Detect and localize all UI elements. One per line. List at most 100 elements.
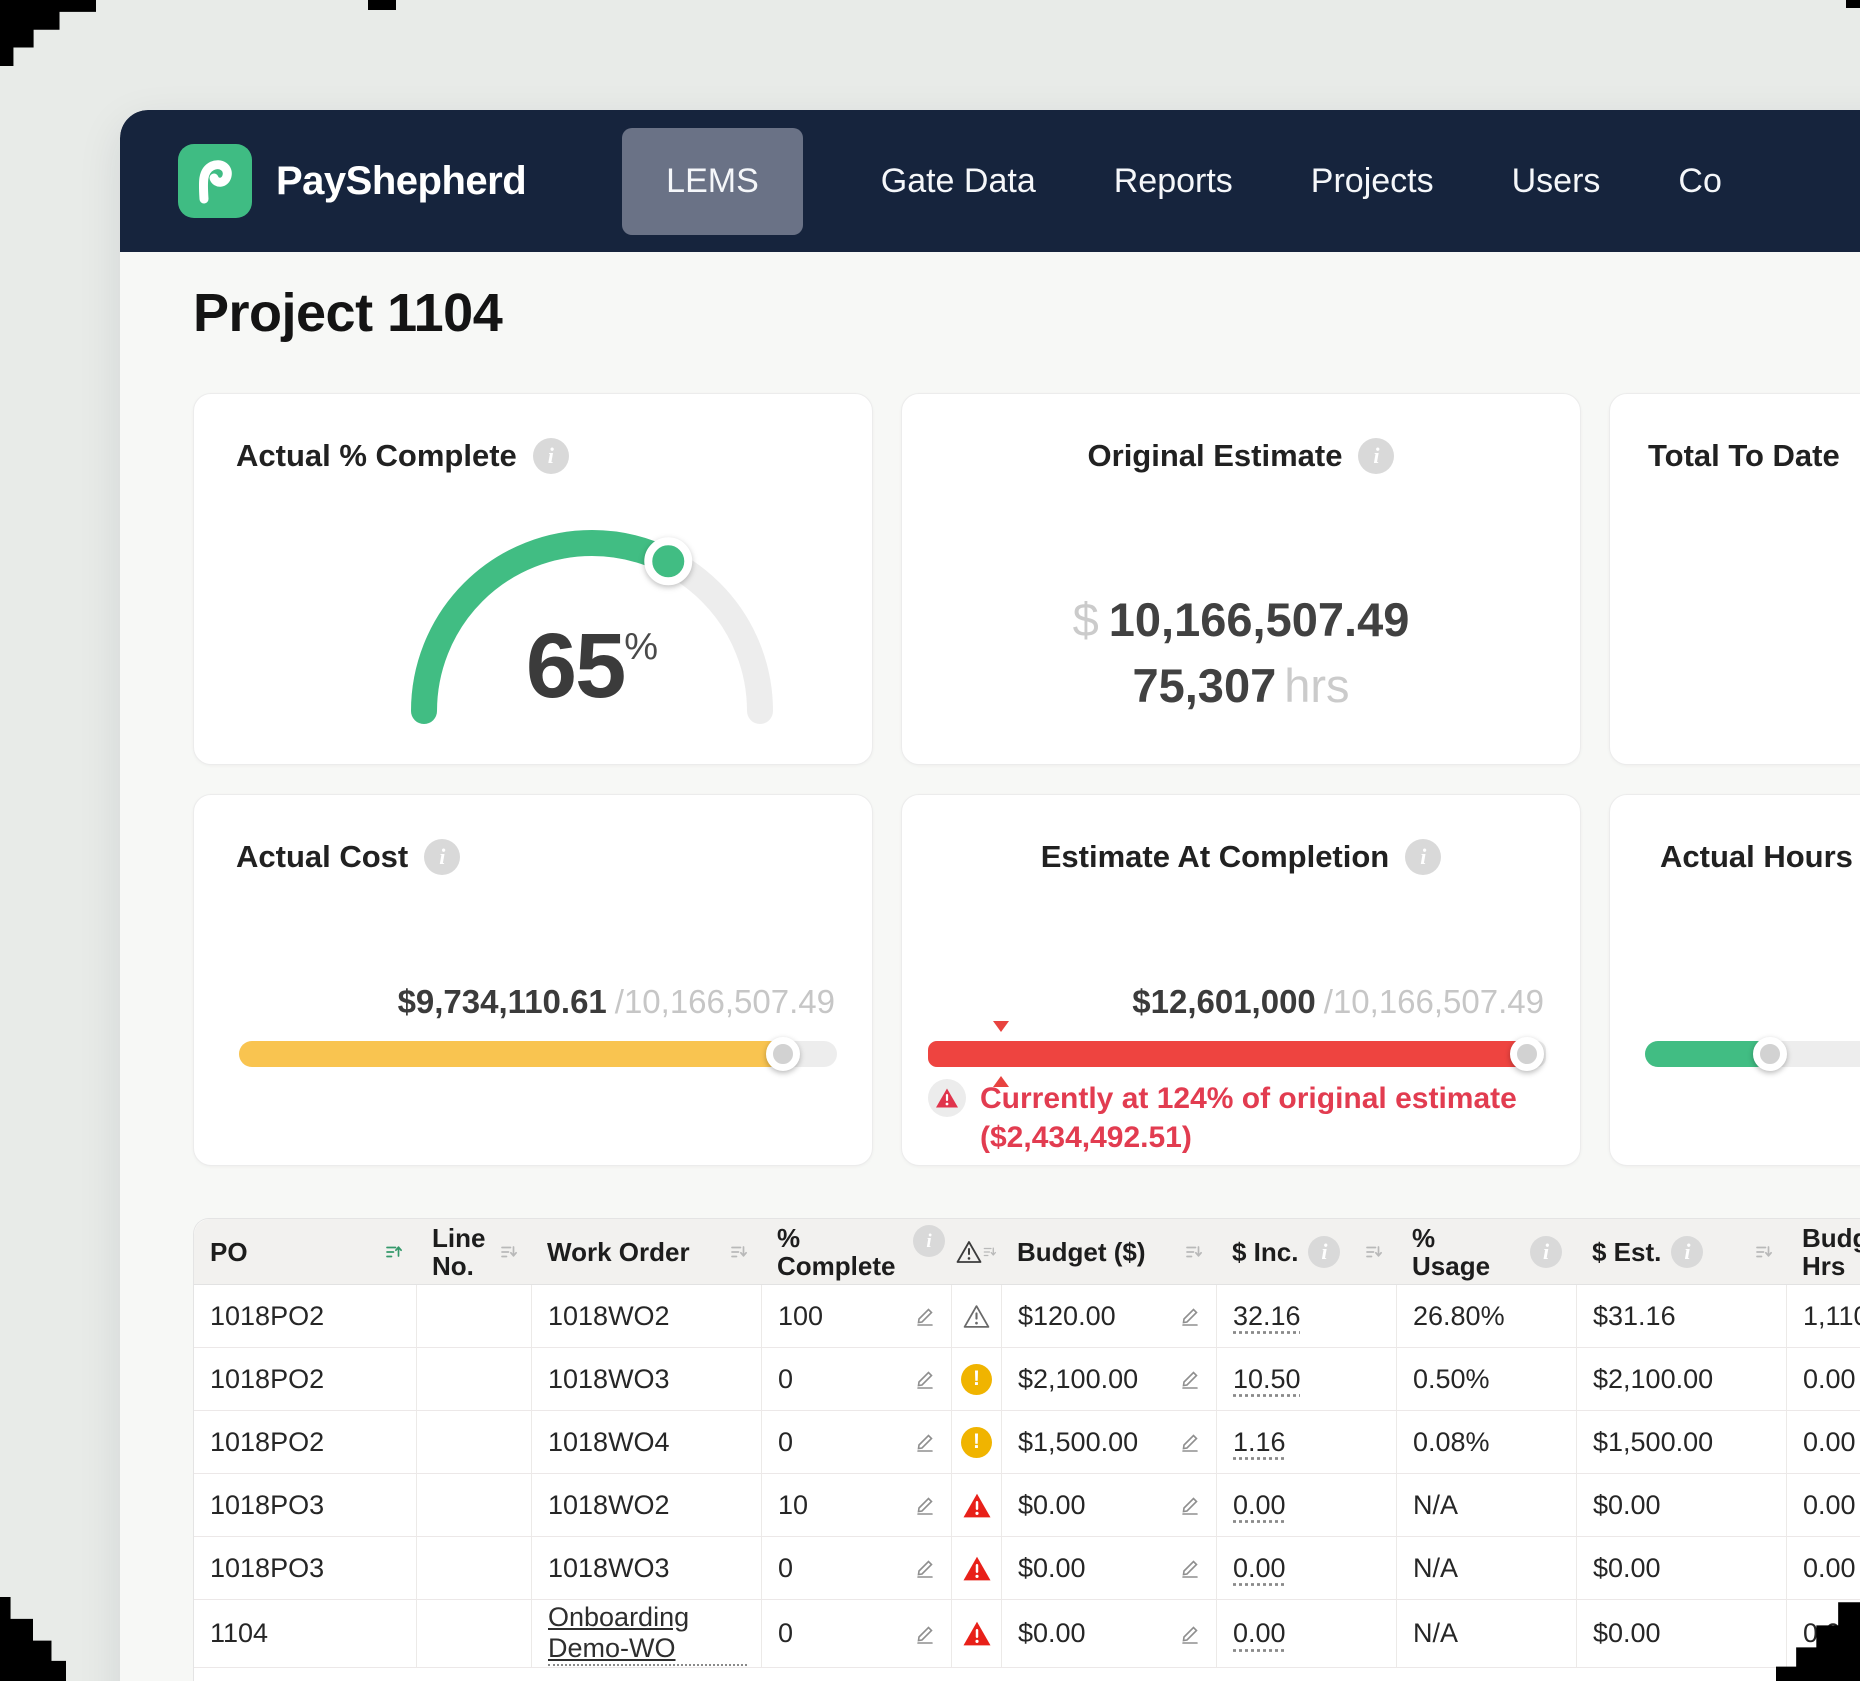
edit-pencil-icon[interactable] <box>913 1304 937 1328</box>
card-actual-percent-complete: Actual % Complete 65% <box>193 393 873 765</box>
cell-po: 1018PO3 <box>194 1474 416 1536</box>
edit-pencil-icon[interactable] <box>913 1622 937 1646</box>
nav-item-users[interactable]: Users <box>1512 162 1601 201</box>
info-icon[interactable] <box>424 839 460 875</box>
info-icon[interactable] <box>1358 438 1394 474</box>
col-header-percent-complete[interactable]: % Complete <box>761 1219 951 1284</box>
col-header-warning[interactable] <box>951 1219 1001 1284</box>
slider-thumb[interactable] <box>766 1037 800 1071</box>
info-icon[interactable] <box>1308 1236 1340 1268</box>
nav-menu: LEMS Gate Data Reports Projects Users Co <box>622 128 1722 235</box>
cell-inc[interactable]: 0.00 <box>1216 1537 1396 1599</box>
col-header-po[interactable]: PO <box>194 1219 416 1284</box>
work-order-link[interactable]: Onboarding Demo-WO <box>548 1602 747 1666</box>
cell-est: $31.16 <box>1576 1285 1786 1347</box>
cell-po: 1018PO2 <box>194 1348 416 1410</box>
table-row[interactable]: 1018PO2 1018WO2 100 $120.00 32.16 26.80%… <box>194 1285 1860 1348</box>
col-header-usage[interactable]: % Usage <box>1396 1219 1576 1284</box>
cell-inc[interactable]: 1.16 <box>1216 1411 1396 1473</box>
table-row[interactable]: 1018PO3 1018WO2 10 $0.00 0.00 N/A $0.00 … <box>194 1474 1860 1537</box>
info-icon[interactable] <box>533 438 569 474</box>
cell-work-order: 1018WO3 <box>531 1348 761 1410</box>
cell-inc[interactable]: 32.16 <box>1216 1285 1396 1347</box>
app-window: PayShepherd LEMS Gate Data Reports Proje… <box>120 110 1860 1681</box>
sort-icon[interactable] <box>1364 1243 1382 1261</box>
cell-est: $0.00 <box>1576 1474 1786 1536</box>
cell-est: $2,100.00 <box>1576 1348 1786 1410</box>
table-row[interactable]: 1104 Onboarding Demo-WO 0 $0.00 0.00 N/A… <box>194 1600 1860 1668</box>
col-header-inc[interactable]: $ Inc. <box>1216 1219 1396 1284</box>
eac-slider[interactable] <box>928 1041 1546 1067</box>
edit-pencil-icon[interactable] <box>1178 1304 1202 1328</box>
sort-icon[interactable] <box>1184 1243 1202 1261</box>
edit-pencil-icon[interactable] <box>1178 1556 1202 1580</box>
edit-pencil-icon[interactable] <box>1178 1430 1202 1454</box>
edit-pencil-icon[interactable] <box>913 1556 937 1580</box>
cell-warning: ! <box>951 1348 1001 1410</box>
sort-icon[interactable] <box>1754 1243 1772 1261</box>
info-icon[interactable] <box>1405 839 1441 875</box>
cell-work-order: 1018WO4 <box>531 1411 761 1473</box>
payshepherd-logo[interactable] <box>178 144 252 218</box>
table-row[interactable]: 1018PO3 1018WO3 0 $0.00 0.00 N/A $0.00 0… <box>194 1537 1860 1600</box>
cell-percent-complete: 0 <box>761 1348 951 1410</box>
original-estimate-hours: 75,307hrs <box>902 658 1580 713</box>
sort-icon[interactable] <box>499 1243 517 1261</box>
nav-item-projects[interactable]: Projects <box>1311 162 1434 201</box>
edit-pencil-icon[interactable] <box>1178 1493 1202 1517</box>
cell-usage: N/A <box>1396 1600 1576 1667</box>
actual-cost-value: $9,734,110.61/10,166,507.49 <box>398 983 835 1021</box>
col-header-est[interactable]: $ Est. <box>1576 1219 1786 1284</box>
info-icon[interactable] <box>913 1225 945 1257</box>
info-icon[interactable] <box>1671 1236 1703 1268</box>
edit-pencil-icon[interactable] <box>913 1367 937 1391</box>
col-header-budg-hrs[interactable]: Budg Hrs <box>1786 1219 1860 1284</box>
cell-po: 1018PO3 <box>194 1537 416 1599</box>
nav-item-co[interactable]: Co <box>1678 162 1721 201</box>
card-actual-cost: Actual Cost $9,734,110.61/10,166,507.49 <box>193 794 873 1166</box>
currency-symbol: $ <box>1073 593 1099 646</box>
estimate-marker-top-icon <box>993 1021 1009 1032</box>
cell-inc[interactable]: 10.50 <box>1216 1348 1396 1410</box>
nav-item-lems[interactable]: LEMS <box>622 128 803 235</box>
cell-percent-complete: 0 <box>761 1537 951 1599</box>
gauge-value: 65% <box>372 614 812 719</box>
cell-inc[interactable]: 0.00 <box>1216 1600 1396 1667</box>
slider-thumb[interactable] <box>1753 1037 1787 1071</box>
warning-alert-icon <box>962 1492 992 1519</box>
gauge-knob[interactable] <box>648 541 688 581</box>
col-header-work-order[interactable]: Work Order <box>531 1219 761 1284</box>
sort-icon[interactable] <box>982 1245 996 1259</box>
table-row[interactable]: 1018PO2 1018WO4 0 ! $1,500.00 1.16 0.08%… <box>194 1411 1860 1474</box>
edit-pencil-icon[interactable] <box>1178 1367 1202 1391</box>
cell-est: $0.00 <box>1576 1537 1786 1599</box>
card-total-to-date: Total To Date <box>1609 393 1860 765</box>
sort-asc-icon[interactable] <box>384 1243 402 1261</box>
sort-icon[interactable] <box>729 1243 747 1261</box>
edit-pencil-icon[interactable] <box>913 1493 937 1517</box>
cell-usage: 26.80% <box>1396 1285 1576 1347</box>
col-header-line-no[interactable]: Line No. <box>416 1219 531 1284</box>
cell-work-order: 1018WO3 <box>531 1537 761 1599</box>
original-estimate-amount: $10,166,507.49 <box>902 592 1580 647</box>
cell-inc[interactable]: 0.00 <box>1216 1474 1396 1536</box>
kpi-card-row-1: Actual % Complete 65% Original Estimate … <box>193 393 1860 765</box>
actual-hours-slider[interactable] <box>1645 1041 1860 1067</box>
card-title-original-estimate: Original Estimate <box>1088 438 1343 474</box>
edit-pencil-icon[interactable] <box>1178 1622 1202 1646</box>
table-row[interactable]: 1018PO2 1018WO3 0 ! $2,100.00 10.50 0.50… <box>194 1348 1860 1411</box>
info-icon[interactable] <box>1530 1236 1562 1268</box>
card-original-estimate: Original Estimate $10,166,507.49 75,307h… <box>901 393 1581 765</box>
actual-cost-slider[interactable] <box>239 1041 837 1067</box>
edit-pencil-icon[interactable] <box>913 1430 937 1454</box>
eac-value: $12,601,000/10,166,507.49 <box>1132 983 1544 1021</box>
top-nav: PayShepherd LEMS Gate Data Reports Proje… <box>120 110 1860 252</box>
cell-usage: N/A <box>1396 1537 1576 1599</box>
cell-percent-complete: 0 <box>761 1600 951 1667</box>
card-actual-hours: Actual Hours <box>1609 794 1860 1166</box>
nav-item-gate-data[interactable]: Gate Data <box>881 162 1036 201</box>
eac-warning-line2: ($2,434,492.51) <box>980 1118 1517 1157</box>
col-header-budget[interactable]: Budget ($) <box>1001 1219 1216 1284</box>
nav-item-reports[interactable]: Reports <box>1114 162 1233 201</box>
eac-warning: Currently at 124% of original estimate (… <box>928 1079 1517 1157</box>
